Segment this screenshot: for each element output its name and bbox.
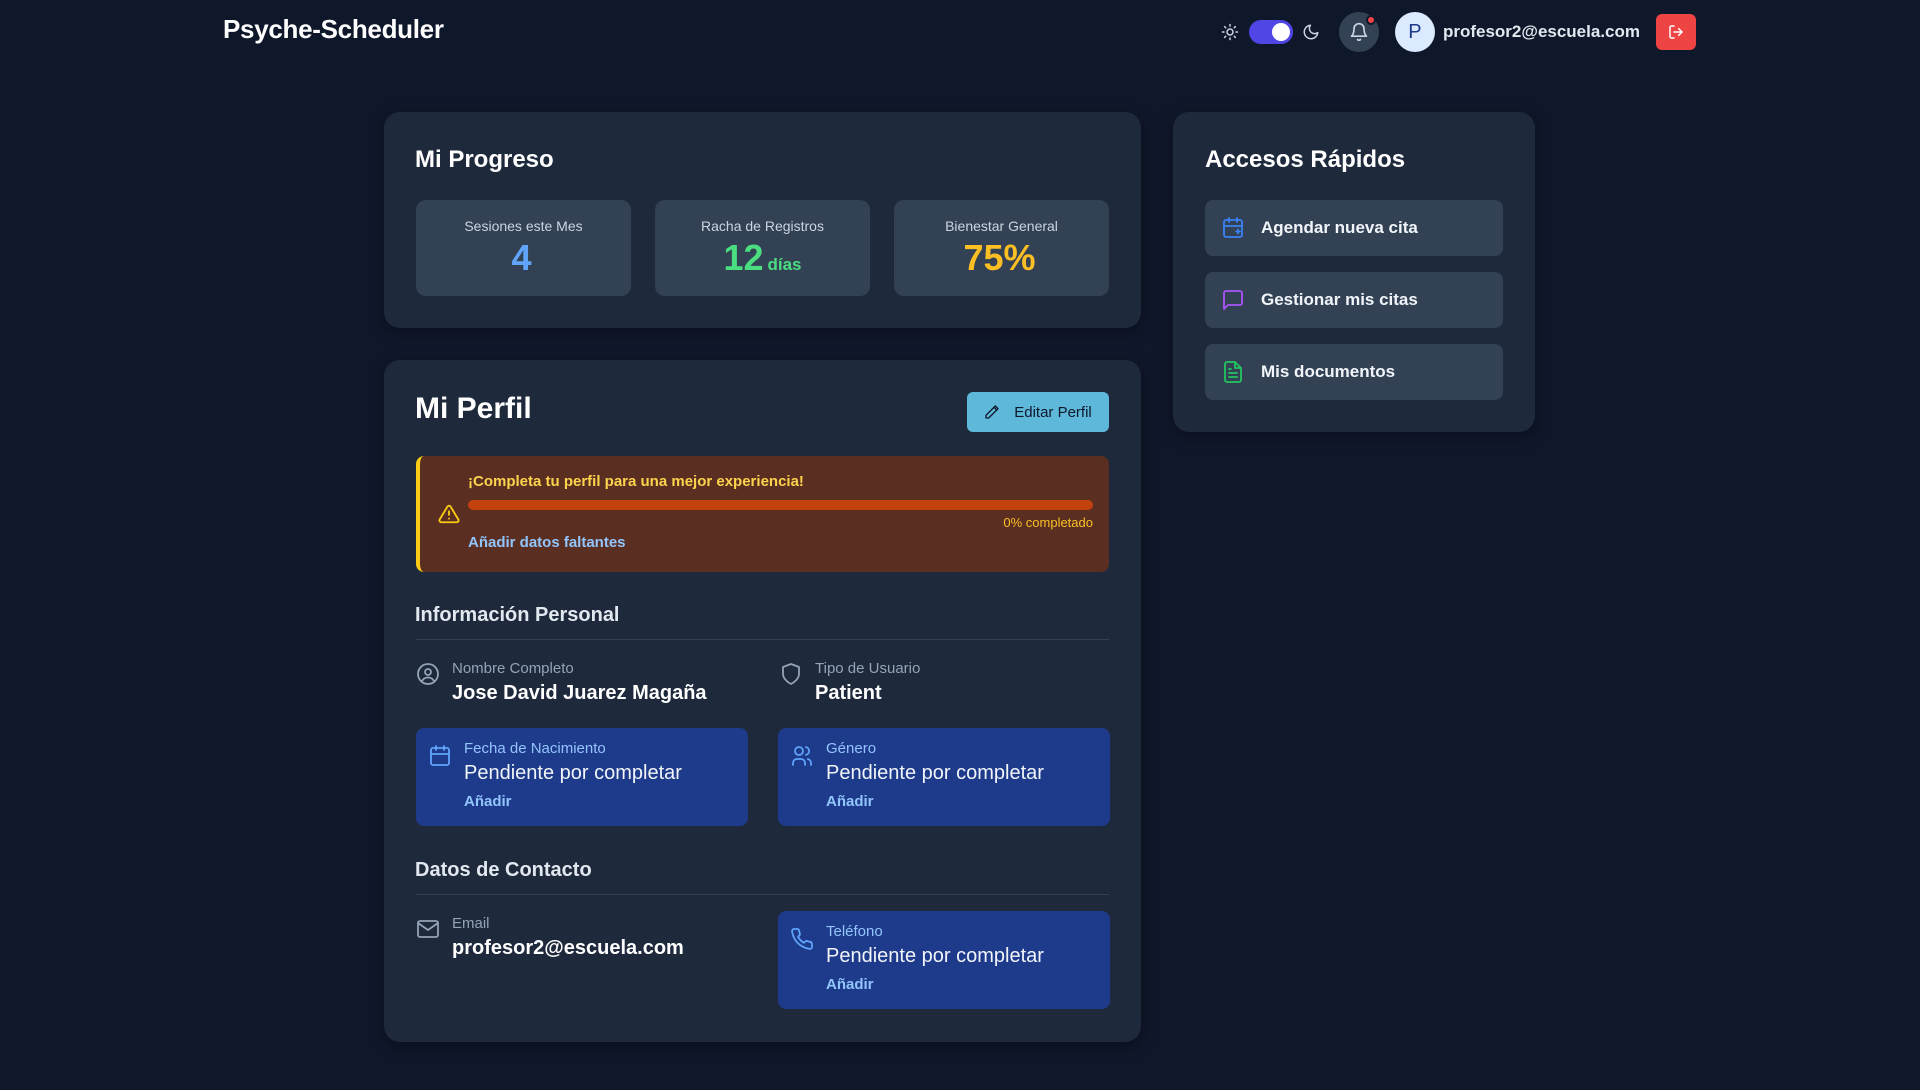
calendar-icon	[428, 744, 452, 768]
quick-access-title: Accesos Rápidos	[1205, 146, 1406, 173]
stat-label: Bienestar General	[945, 218, 1058, 234]
gender-field: Género Pendiente por completar Añadir	[778, 728, 1110, 826]
phone-field: Teléfono Pendiente por completar Añadir	[778, 911, 1110, 1009]
pencil-icon	[984, 404, 1000, 420]
birth-date-field: Fecha de Nacimiento Pendiente por comple…	[416, 728, 748, 826]
stat-unit: días	[767, 255, 802, 274]
edit-profile-button[interactable]: Editar Perfil	[967, 392, 1109, 432]
progress-title: Mi Progreso	[415, 146, 554, 173]
alert-title: ¡Completa tu perfil para una mejor exper…	[468, 473, 804, 490]
stat-label: Racha de Registros	[701, 218, 824, 234]
calendar-plus-icon	[1221, 216, 1245, 240]
stat-label: Sesiones este Mes	[464, 218, 583, 234]
moon-icon	[1301, 22, 1321, 42]
avatar[interactable]: P	[1394, 12, 1435, 52]
completion-percent: 0% completado	[1003, 515, 1093, 530]
shield-icon	[779, 662, 803, 686]
quick-item-label: Mis documentos	[1261, 362, 1396, 381]
personal-info-heading: Información Personal	[415, 604, 620, 626]
warning-icon	[438, 503, 460, 525]
user-email[interactable]: profesor2@escuela.com	[1443, 22, 1640, 42]
edit-profile-label: Editar Perfil	[1014, 403, 1092, 421]
field-value: Jose David Juarez Magaña	[452, 682, 707, 704]
field-value: Patient	[815, 682, 882, 704]
stat-value: 12 días	[655, 238, 870, 285]
field-label: Género	[826, 740, 877, 757]
add-phone-link[interactable]: Añadir	[826, 976, 874, 993]
progress-card: Mi Progreso Sesiones este Mes 4 Racha de…	[384, 112, 1141, 328]
quick-item-schedule[interactable]: Agendar nueva cita	[1205, 200, 1503, 256]
bell-icon	[1350, 22, 1368, 42]
field-label: Email	[452, 915, 490, 932]
app-brand[interactable]: Psyche-Scheduler	[223, 14, 444, 45]
field-label: Teléfono	[826, 923, 883, 940]
logout-button[interactable]	[1656, 14, 1696, 50]
message-icon	[1221, 288, 1245, 312]
user-circle-icon	[416, 662, 440, 686]
phone-icon	[790, 927, 814, 951]
stat-number: 12	[723, 237, 764, 278]
quick-item-label: Gestionar mis citas	[1261, 290, 1418, 309]
profile-completion-alert: ¡Completa tu perfil para una mejor exper…	[416, 456, 1109, 572]
field-value: Pendiente por completar	[464, 762, 682, 784]
users-icon	[790, 744, 814, 768]
sun-icon	[1220, 22, 1240, 42]
stat-number: 4	[511, 237, 532, 278]
stat-wellbeing: Bienestar General 75%	[894, 200, 1109, 296]
divider	[416, 639, 1109, 640]
add-gender-link[interactable]: Añadir	[826, 793, 874, 810]
completion-progress-bar	[468, 500, 1093, 510]
theme-toggle[interactable]	[1248, 20, 1293, 44]
field-label: Nombre Completo	[452, 660, 574, 677]
toggle-knob	[1271, 23, 1290, 41]
contact-info-heading: Datos de Contacto	[415, 859, 592, 881]
stat-streak: Racha de Registros 12 días	[655, 200, 870, 296]
quick-access-card: Accesos Rápidos Agendar nueva cita Gesti…	[1173, 112, 1535, 432]
notification-badge	[1365, 15, 1376, 25]
stat-value: 75%	[894, 238, 1109, 285]
field-value: profesor2@escuela.com	[452, 937, 684, 959]
mail-icon	[416, 917, 440, 941]
header-controls: P profesor2@escuela.com	[1220, 12, 1696, 52]
stat-value: 4	[416, 238, 631, 285]
quick-item-label: Agendar nueva cita	[1261, 218, 1418, 237]
add-missing-data-link[interactable]: Añadir datos faltantes	[468, 534, 626, 551]
notifications-button[interactable]	[1338, 12, 1379, 52]
profile-title: Mi Perfil	[415, 392, 532, 425]
top-bar: Psyche-Scheduler P profesor2@escuela.com	[0, 0, 1920, 64]
field-value: Pendiente por completar	[826, 945, 1044, 967]
field-label: Fecha de Nacimiento	[464, 740, 606, 757]
field-label: Tipo de Usuario	[815, 660, 921, 677]
stat-sessions: Sesiones este Mes 4	[416, 200, 631, 296]
field-value: Pendiente por completar	[826, 762, 1044, 784]
document-icon	[1221, 360, 1245, 384]
stat-number: 75%	[963, 237, 1036, 278]
add-birth-date-link[interactable]: Añadir	[464, 793, 512, 810]
logout-icon	[1669, 25, 1683, 39]
profile-card: Mi Perfil Editar Perfil ¡Completa tu per…	[384, 360, 1141, 1042]
quick-item-documents[interactable]: Mis documentos	[1205, 344, 1503, 400]
quick-item-manage[interactable]: Gestionar mis citas	[1205, 272, 1503, 328]
divider	[416, 894, 1109, 895]
